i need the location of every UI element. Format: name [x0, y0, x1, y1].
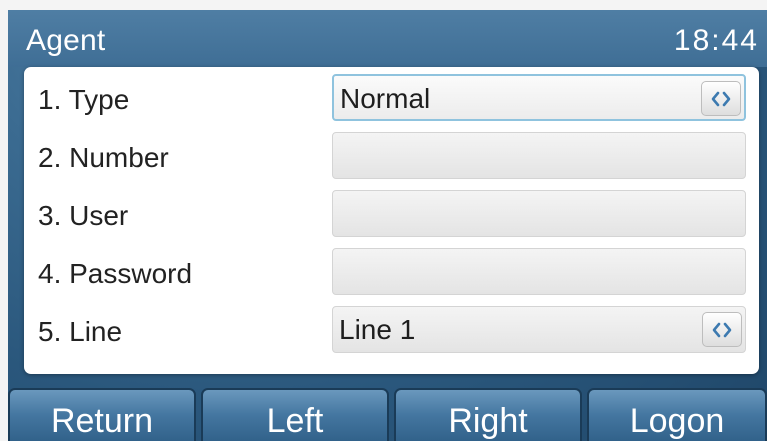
line-switch-button[interactable] [702, 312, 742, 347]
title-bar: Agent 18:44 [8, 10, 767, 67]
type-switch-button[interactable] [701, 81, 741, 116]
softkey-bar: Return Left Right Logon [8, 388, 767, 441]
screen-frame-top [0, 0, 767, 10]
logon-softkey[interactable]: Logon [587, 388, 767, 441]
password-label: 4. Password [38, 258, 193, 289]
phone-screen: Agent 18:44 1. Type Normal 2. Number 3. … [0, 0, 767, 441]
screen-frame-left [0, 0, 8, 441]
line-value: Line 1 [339, 314, 416, 345]
clock: 18:44 [673, 24, 759, 57]
agent-form: 1. Type Normal 2. Number 3. User 4. Pass… [24, 67, 759, 374]
right-softkey[interactable]: Right [394, 388, 582, 441]
type-selector[interactable]: Normal [332, 74, 746, 121]
left-right-arrows-icon [712, 322, 732, 338]
left-right-arrows-icon [711, 91, 731, 107]
password-field[interactable] [332, 248, 746, 295]
line-selector[interactable]: Line 1 [332, 306, 746, 353]
user-field[interactable] [332, 190, 746, 237]
type-value: Normal [340, 83, 431, 114]
return-softkey[interactable]: Return [8, 388, 196, 441]
number-label: 2. Number [38, 142, 169, 173]
screen-title: Agent [26, 24, 106, 57]
type-label: 1. Type [38, 84, 130, 115]
line-label: 5. Line [38, 316, 123, 347]
number-field[interactable] [332, 132, 746, 179]
left-softkey[interactable]: Left [201, 388, 389, 441]
user-label: 3. User [38, 200, 129, 231]
